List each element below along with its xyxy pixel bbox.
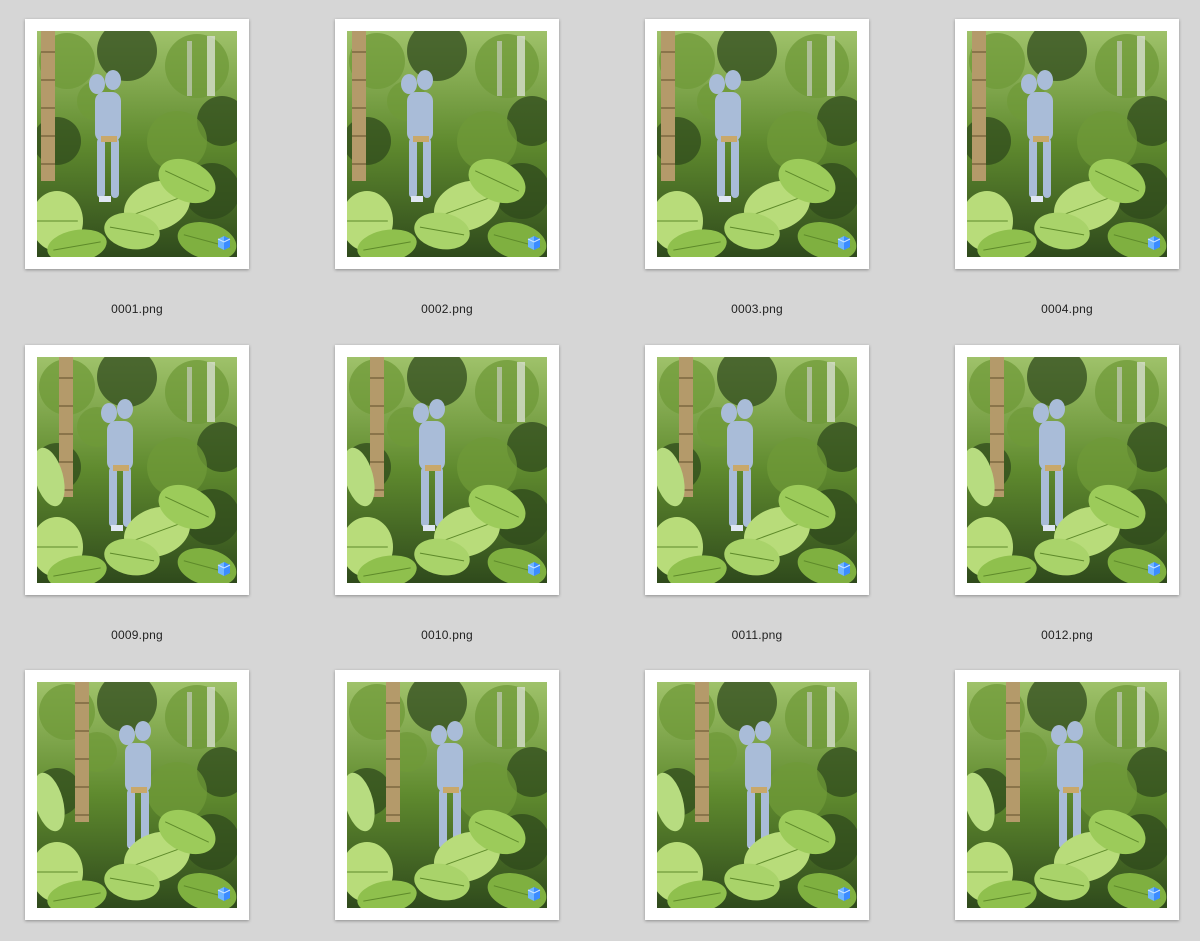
layers-icon: [837, 887, 851, 901]
thumbnail-image[interactable]: [37, 31, 237, 257]
layers-icon: [1147, 887, 1161, 901]
layers-icon: [837, 236, 851, 250]
thumbnail-frame[interactable]: [645, 345, 869, 595]
thumbnail-image[interactable]: [347, 31, 547, 257]
layers-icon: [217, 562, 231, 576]
layers-icon: [527, 236, 541, 250]
photo-scene: [37, 682, 237, 908]
photo-scene: [37, 357, 237, 583]
thumbnail-image[interactable]: [347, 682, 547, 908]
thumbnail-image[interactable]: [967, 357, 1167, 583]
file-name-label[interactable]: 0003.png: [645, 302, 869, 316]
photo-scene: [347, 682, 547, 908]
photo-scene: [967, 31, 1167, 257]
thumbnail-frame[interactable]: [955, 19, 1179, 269]
file-name-label[interactable]: 0004.png: [955, 302, 1179, 316]
layers-icon: [217, 236, 231, 250]
file-name-label[interactable]: 0009.png: [25, 628, 249, 642]
layers-icon: [1147, 562, 1161, 576]
photo-scene: [657, 357, 857, 583]
photo-scene: [347, 357, 547, 583]
thumbnail-frame[interactable]: [25, 19, 249, 269]
layers-icon: [527, 562, 541, 576]
photo-scene: [657, 31, 857, 257]
thumbnail-frame[interactable]: [25, 345, 249, 595]
thumbnail-image[interactable]: [347, 357, 547, 583]
thumbnail-image[interactable]: [967, 682, 1167, 908]
file-name-label[interactable]: 0010.png: [335, 628, 559, 642]
thumbnail-frame[interactable]: [335, 19, 559, 269]
layers-icon: [837, 562, 851, 576]
file-thumbnail-grid: 0001.png 0002.png 0003.png 0004.png 0009…: [0, 0, 1200, 941]
thumbnail-frame[interactable]: [335, 345, 559, 595]
file-name-label[interactable]: 0012.png: [955, 628, 1179, 642]
thumbnail-image[interactable]: [967, 31, 1167, 257]
photo-scene: [657, 682, 857, 908]
thumbnail-image[interactable]: [657, 31, 857, 257]
thumbnail-image[interactable]: [657, 682, 857, 908]
thumbnail-frame[interactable]: [955, 670, 1179, 920]
thumbnail-image[interactable]: [657, 357, 857, 583]
photo-scene: [967, 357, 1167, 583]
file-name-label[interactable]: 0001.png: [25, 302, 249, 316]
thumbnail-frame[interactable]: [645, 19, 869, 269]
thumbnail-frame[interactable]: [335, 670, 559, 920]
file-name-label[interactable]: 0002.png: [335, 302, 559, 316]
thumbnail-frame[interactable]: [955, 345, 1179, 595]
thumbnail-frame[interactable]: [645, 670, 869, 920]
layers-icon: [527, 887, 541, 901]
thumbnail-frame[interactable]: [25, 670, 249, 920]
layers-icon: [1147, 236, 1161, 250]
file-name-label[interactable]: 0011.png: [645, 628, 869, 642]
photo-scene: [347, 31, 547, 257]
photo-scene: [37, 31, 237, 257]
thumbnail-image[interactable]: [37, 357, 237, 583]
thumbnail-image[interactable]: [37, 682, 237, 908]
photo-scene: [967, 682, 1167, 908]
layers-icon: [217, 887, 231, 901]
